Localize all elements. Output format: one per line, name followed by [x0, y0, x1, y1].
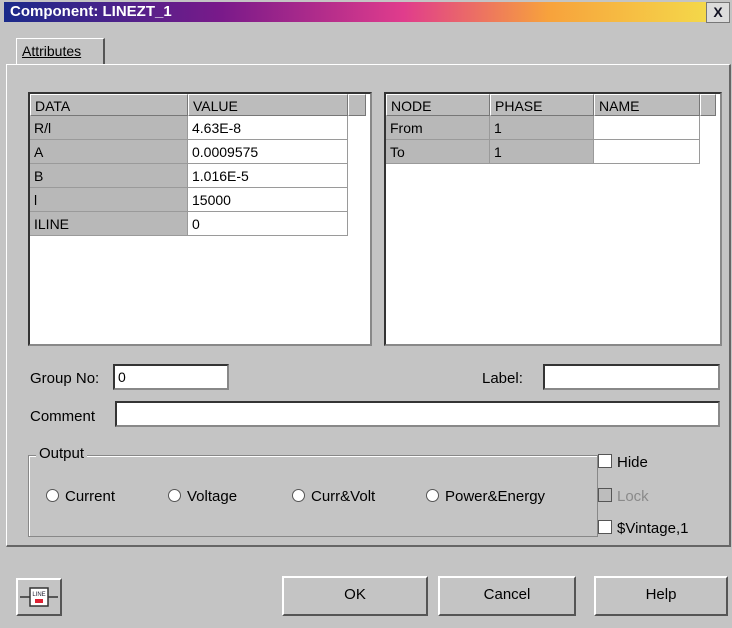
node-grid-rows: From 1 To 1	[386, 116, 700, 164]
checkbox-icon	[598, 520, 612, 534]
node-grid-header: NODE PHASE NAME	[386, 94, 716, 116]
radio-power-energy[interactable]: Power&Energy	[426, 488, 545, 505]
comment-input[interactable]	[115, 401, 720, 427]
tab-attributes[interactable]: Attributes	[16, 38, 105, 65]
data-name-cell: R/l	[30, 116, 188, 140]
node-cell: From	[386, 116, 490, 140]
table-row[interactable]: A 0.0009575	[30, 140, 348, 164]
line-component-icon: LINE	[20, 587, 58, 607]
data-name-cell: A	[30, 140, 188, 164]
close-button[interactable]: X	[706, 2, 730, 23]
tab-attributes-label: Attributes	[22, 43, 82, 59]
radio-power-energy-label: Power&Energy	[445, 488, 546, 505]
data-grid[interactable]: DATA VALUE R/l 4.63E-8 A 0.0009575 B 1.0…	[28, 92, 372, 346]
table-row[interactable]: l 15000	[30, 188, 348, 212]
component-icon-button[interactable]: LINE	[16, 578, 62, 616]
table-row[interactable]: B 1.016E-5	[30, 164, 348, 188]
radio-circle-icon	[426, 489, 439, 502]
column-header-value: VALUE	[188, 94, 348, 116]
column-header-phase: PHASE	[490, 94, 594, 116]
header-filler	[348, 94, 366, 116]
data-name-cell: ILINE	[30, 212, 188, 236]
data-name-cell: l	[30, 188, 188, 212]
data-value-cell[interactable]: 0.0009575	[188, 140, 348, 164]
lock-checkbox: Lock	[598, 488, 649, 505]
name-cell[interactable]	[594, 116, 700, 140]
data-grid-rows: R/l 4.63E-8 A 0.0009575 B 1.016E-5 l 150…	[30, 116, 348, 236]
group-no-input[interactable]: 0	[113, 364, 229, 390]
output-group-title: Output	[36, 445, 88, 462]
column-header-name: NAME	[594, 94, 700, 116]
table-row[interactable]: R/l 4.63E-8	[30, 116, 348, 140]
checkbox-icon	[598, 488, 612, 502]
group-no-label: Group No:	[30, 370, 100, 387]
data-grid-header: DATA VALUE	[30, 94, 366, 116]
table-row[interactable]: From 1	[386, 116, 700, 140]
data-value-cell[interactable]: 4.63E-8	[188, 116, 348, 140]
radio-current[interactable]: Current	[46, 488, 115, 505]
component-dialog: Component: LINEZT_1 X Attributes DATA VA…	[0, 0, 732, 628]
radio-circle-icon	[46, 489, 59, 502]
vintage-checkbox[interactable]: $Vintage,1	[598, 520, 688, 537]
title-bar[interactable]: Component: LINEZT_1 X	[4, 2, 730, 23]
radio-voltage-label: Voltage	[187, 488, 238, 505]
hide-checkbox[interactable]: Hide	[598, 454, 648, 471]
table-row[interactable]: ILINE 0	[30, 212, 348, 236]
radio-curr-volt[interactable]: Curr&Volt	[292, 488, 375, 505]
hide-label: Hide	[617, 454, 648, 471]
checkbox-icon	[598, 454, 612, 468]
node-cell: To	[386, 140, 490, 164]
table-row[interactable]: To 1	[386, 140, 700, 164]
phase-cell[interactable]: 1	[490, 116, 594, 140]
data-value-cell[interactable]: 0	[188, 212, 348, 236]
lock-label: Lock	[617, 488, 649, 505]
header-filler	[700, 94, 716, 116]
data-name-cell: B	[30, 164, 188, 188]
phase-cell[interactable]: 1	[490, 140, 594, 164]
help-button[interactable]: Help	[594, 576, 728, 616]
radio-current-label: Current	[65, 488, 116, 505]
radio-circle-icon	[168, 489, 181, 502]
radio-voltage[interactable]: Voltage	[168, 488, 237, 505]
comment-label: Comment	[30, 408, 96, 425]
label-field-label: Label:	[482, 370, 523, 387]
node-grid[interactable]: NODE PHASE NAME From 1 To 1	[384, 92, 722, 346]
data-value-cell[interactable]: 1.016E-5	[188, 164, 348, 188]
label-input[interactable]	[543, 364, 720, 390]
ok-button[interactable]: OK	[282, 576, 428, 616]
vintage-label: $Vintage,1	[617, 520, 689, 537]
cancel-button[interactable]: Cancel	[438, 576, 576, 616]
name-cell[interactable]	[594, 140, 700, 164]
column-header-data: DATA	[30, 94, 188, 116]
svg-text:LINE: LINE	[32, 592, 45, 598]
data-value-cell[interactable]: 15000	[188, 188, 348, 212]
radio-circle-icon	[292, 489, 305, 502]
radio-curr-volt-label: Curr&Volt	[311, 488, 376, 505]
column-header-node: NODE	[386, 94, 490, 116]
window-title: Component: LINEZT_1	[10, 3, 172, 20]
